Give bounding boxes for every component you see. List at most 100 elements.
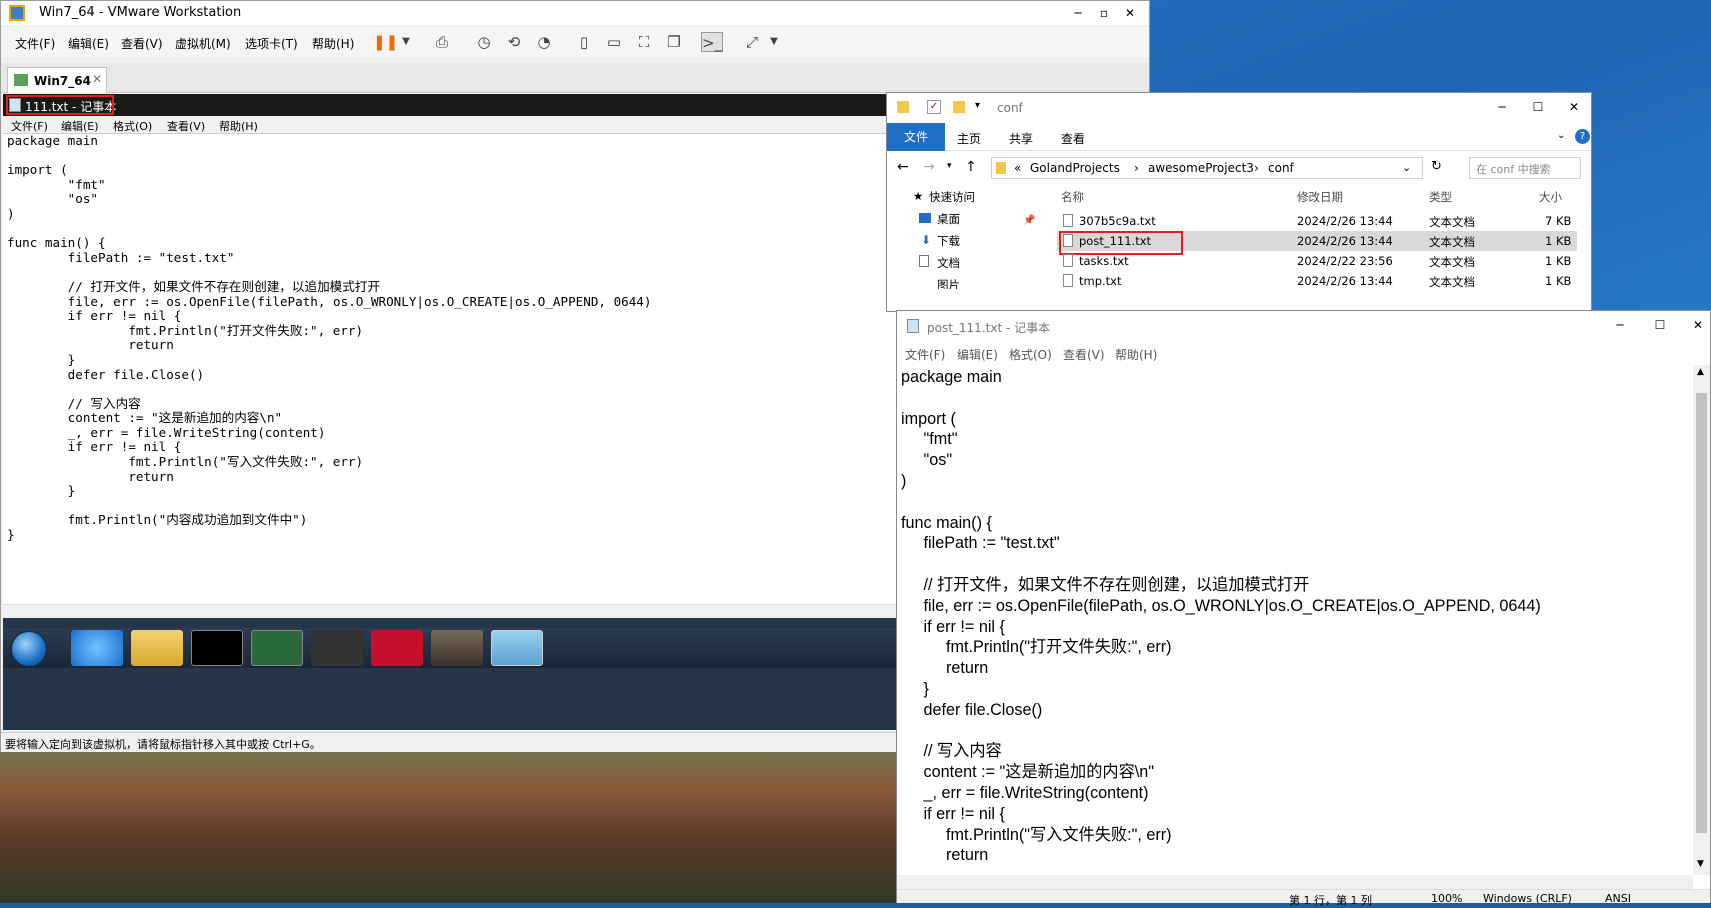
start-button[interactable] [11,631,47,667]
menu-vm[interactable]: 虚拟机(M) [175,35,231,52]
nav-pictures[interactable]: 图片 [937,277,960,289]
guest-menu-view[interactable]: 查看(V) [167,118,205,134]
guest-notepad-text[interactable]: package main import ( "fmt" "os" ) func … [7,133,651,543]
ribbon-tab-share[interactable]: 共享 [1009,130,1033,147]
nav-quick-access[interactable]: 快速访问 [929,189,975,205]
back-icon[interactable]: ← [897,159,909,175]
nav-documents[interactable]: 文档 [937,255,960,271]
ribbon-tab-view[interactable]: 查看 [1061,130,1085,147]
vmware-logo-icon [9,5,25,21]
notepad-close-button[interactable]: ✕ [1687,315,1709,335]
vmware-title: Win7_64 - VMware Workstation [39,5,242,20]
nav-desktop[interactable]: 桌面 [937,211,960,227]
column-type[interactable]: 类型 [1429,189,1452,205]
notepad-menu-edit[interactable]: 编辑(E) [957,346,998,363]
ribbon-tab-file[interactable]: 文件 [887,123,945,151]
guest-notepad-editor[interactable]: package main import ( "fmt" "os" ) func … [3,133,903,604]
revert-snapshot-icon[interactable]: ⟲ [503,32,525,52]
spider-app-icon[interactable] [311,630,363,666]
cmd-icon[interactable] [191,630,243,666]
snapshot-icon[interactable]: ◷ [473,32,495,52]
up-icon[interactable]: ↑ [965,159,977,175]
snapshot-manager-icon[interactable]: ◔ [533,32,555,52]
nav-downloads[interactable]: 下载 [937,233,960,249]
recent-dropdown-icon[interactable]: ▾ [947,161,952,171]
dropdown-arrow-icon[interactable]: ▼ [395,32,417,52]
breadcrumb-conf[interactable]: conf [1268,161,1294,175]
new-folder-icon[interactable] [953,101,965,113]
menu-file[interactable]: 文件(F) [15,35,55,52]
refresh-icon[interactable]: ↻ [1431,159,1442,174]
address-dropdown-icon[interactable]: ⌄ [1402,161,1411,174]
notepad-editor[interactable]: package main import ( "fmt" "os" ) func … [897,365,1693,875]
minimize-button[interactable]: ─ [1067,3,1089,23]
thumbnail-bar-icon[interactable]: ▭ [603,32,625,52]
watermark: 先知社区 [1370,830,1530,876]
close-tab-icon[interactable]: ✕ [92,72,102,86]
library-icon[interactable]: ▯ [573,32,595,52]
cursor-position: 第 1 行，第 1 列 [1289,894,1372,907]
notepad-menu-file[interactable]: 文件(F) [905,346,945,363]
help-icon[interactable]: ? [1575,129,1590,144]
ribbon-expand-icon[interactable]: ⌄ [1557,130,1565,141]
close-button[interactable]: ✕ [1119,3,1141,23]
terminal-app-icon[interactable] [251,630,303,666]
search-input[interactable]: 在 conf 中搜索 [1469,157,1581,179]
properties-icon[interactable]: ✓ [927,100,941,114]
guest-menu-file[interactable]: 文件(F) [11,118,48,134]
menu-view[interactable]: 查看(V) [121,35,163,52]
ie-icon[interactable] [71,630,123,666]
scroll-down-icon[interactable]: ▼ [1697,859,1704,869]
notepad-window: post_111.txt - 记事本 ─ ☐ ✕ 文件(F) 编辑(E) 格式(… [896,310,1711,907]
unity-icon[interactable]: ❐ [663,32,685,52]
explorer-close-button[interactable]: ✕ [1563,97,1585,117]
notepad-minimize-button[interactable]: ─ [1609,315,1631,335]
file-row-selected[interactable]: post_111.txt 2024/2/26 13:44 文本文档 1 KB [1057,231,1577,255]
stretch-dropdown-icon[interactable]: ▼ [763,32,785,52]
notepad-menu-help[interactable]: 帮助(H) [1115,346,1157,363]
scroll-up-icon[interactable]: ▲ [1697,367,1704,377]
column-size[interactable]: 大小 [1539,189,1562,205]
menu-edit[interactable]: 编辑(E) [68,35,109,52]
address-bar[interactable]: « GolandProjects › awesomeProject3 › con… [991,157,1423,179]
notepad-taskbar-icon[interactable] [491,630,543,666]
send-keys-icon[interactable]: ⎙ [431,32,453,52]
guest-menu-edit[interactable]: 编辑(E) [61,118,99,134]
pause-icon[interactable]: ❚❚ [373,32,398,52]
file-row[interactable]: tmp.txt 2024/2/26 13:44 文本文档 1 KB [1057,271,1577,291]
column-date[interactable]: 修改日期 [1297,189,1343,205]
guest-horizontal-scrollbar[interactable] [3,604,903,618]
guest-menu-format[interactable]: 格式(O) [113,118,152,134]
menu-tabs[interactable]: 选项卡(T) [245,35,298,52]
notepad-horizontal-scrollbar[interactable] [897,875,1693,889]
breadcrumb-project[interactable]: awesomeProject3 [1148,161,1254,175]
console-view-icon[interactable]: >_ [701,32,723,52]
scroll-thumb[interactable] [1696,393,1707,833]
guest-menu-help[interactable]: 帮助(H) [219,118,258,134]
ribbon-tab-home[interactable]: 主页 [957,130,981,147]
maximize-button[interactable]: ▫ [1093,3,1115,23]
fullscreen-icon[interactable]: ⛶ [633,32,655,52]
breadcrumb-overflow[interactable]: « [1014,161,1021,175]
breadcrumb-goland[interactable]: GolandProjects [1030,161,1120,175]
explorer-maximize-button[interactable]: ☐ [1527,97,1549,117]
quick-access-dropdown-icon[interactable]: ▾ [975,100,980,111]
vm-tab[interactable]: Win7_64 ✕ [7,67,107,93]
forward-icon[interactable]: → [923,159,935,175]
portrait-app-icon[interactable] [431,630,483,666]
breadcrumb-sep: › [1134,161,1139,175]
stretch-icon[interactable]: ⤢ [741,32,763,52]
notepad-menu-format[interactable]: 格式(O) [1009,346,1052,363]
notepad-maximize-button[interactable]: ☐ [1649,315,1671,335]
file-row[interactable]: tasks.txt 2024/2/22 23:56 文本文档 1 KB [1057,251,1577,271]
explorer-minimize-button[interactable]: ─ [1491,97,1513,117]
m-app-icon[interactable] [371,630,423,666]
file-explorer-icon[interactable] [131,630,183,666]
menu-help[interactable]: 帮助(H) [312,35,354,52]
notepad-menu-view[interactable]: 查看(V) [1063,346,1105,363]
file-row[interactable]: 307b5c9a.txt 2024/2/26 13:44 文本文档 7 KB [1057,211,1577,231]
pin-icon: 📌 [1023,215,1036,226]
notepad-text[interactable]: package main import ( "fmt" "os" ) func … [901,367,1541,866]
notepad-vertical-scrollbar[interactable]: ▲ ▼ [1693,365,1710,875]
column-name[interactable]: 名称 [1061,189,1084,205]
